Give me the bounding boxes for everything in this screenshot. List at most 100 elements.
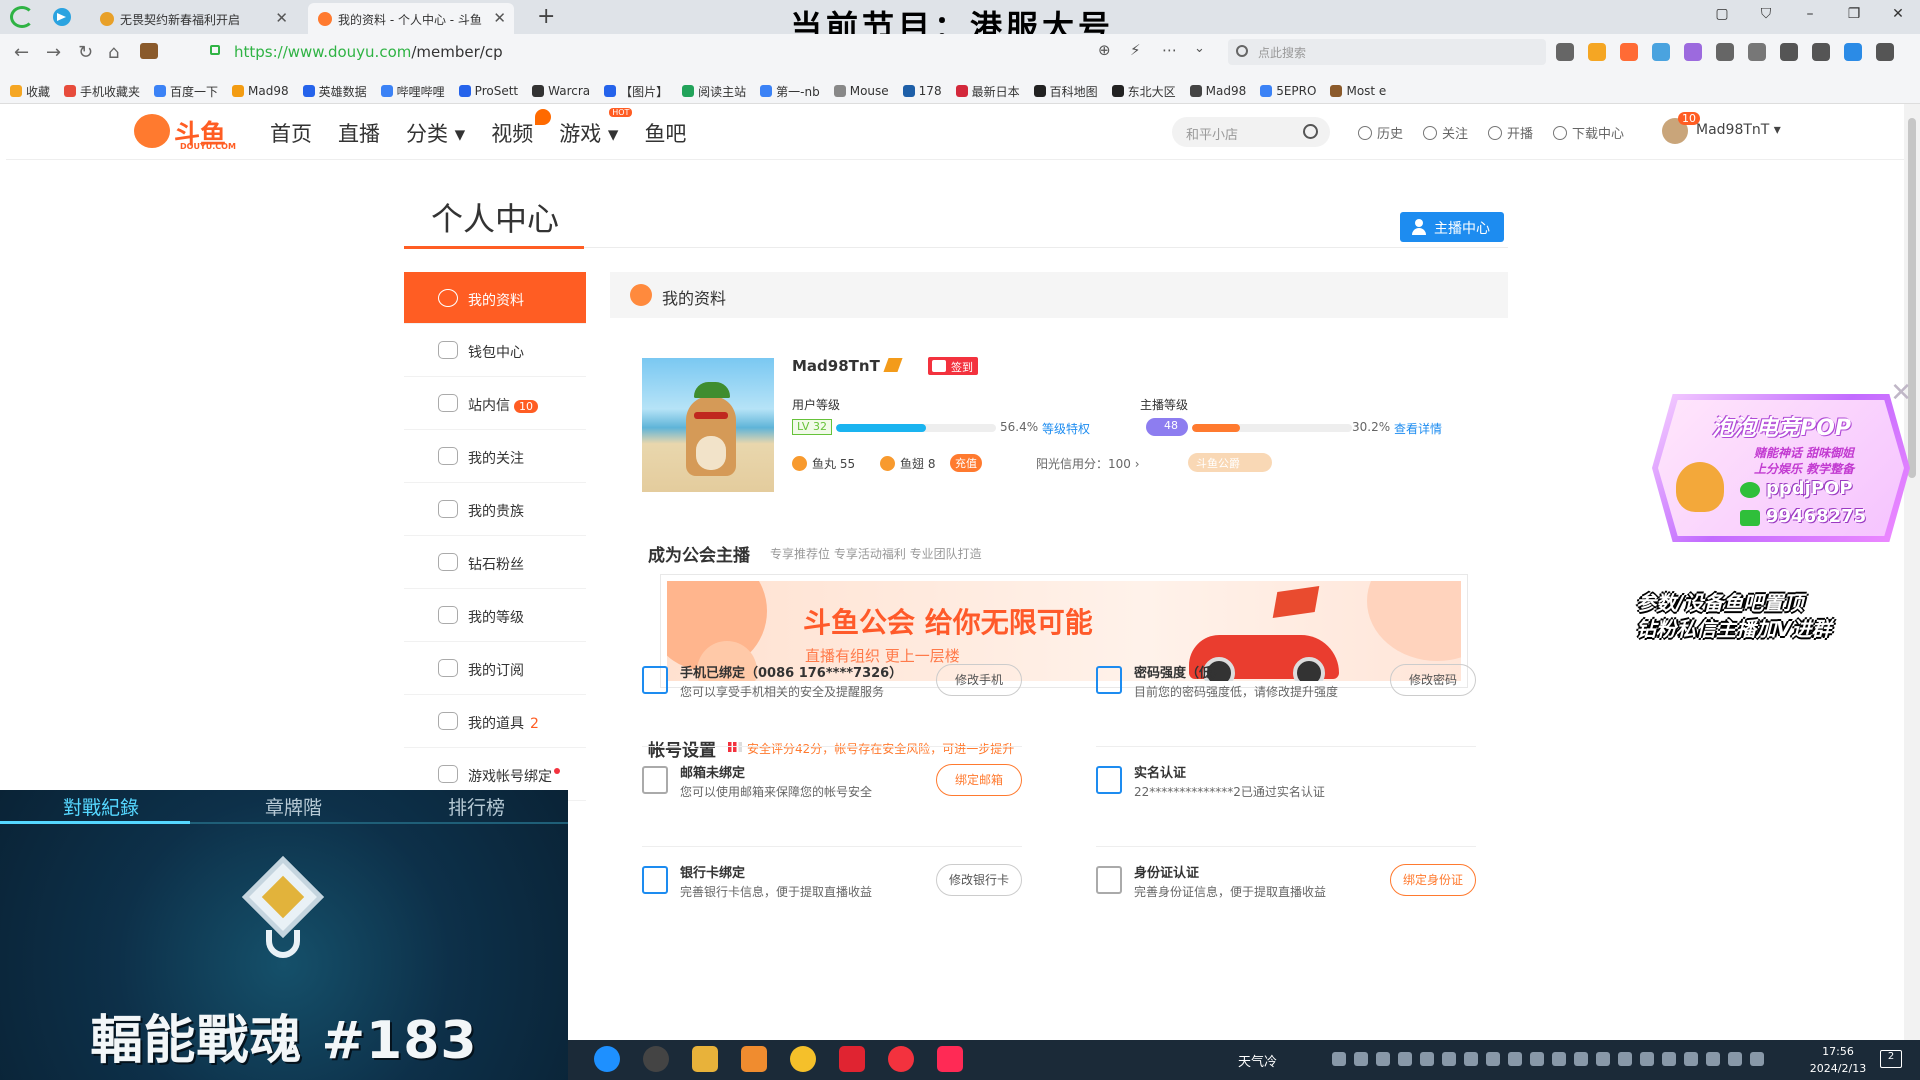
bookmark-item[interactable]: Mad98 bbox=[232, 79, 289, 103]
nav-item[interactable]: 直播 bbox=[338, 118, 380, 148]
tray-icon[interactable] bbox=[1596, 1052, 1610, 1066]
scissors-icon[interactable] bbox=[1556, 43, 1574, 61]
user-link[interactable]: 开播 bbox=[1488, 123, 1533, 142]
tray-icon[interactable] bbox=[1728, 1052, 1742, 1066]
streamer-center-button[interactable]: 主播中心 bbox=[1400, 212, 1504, 242]
shirt-icon[interactable]: ⛉ bbox=[1744, 0, 1788, 30]
edit-pencil-icon[interactable] bbox=[883, 358, 903, 372]
tray-icon[interactable] bbox=[1486, 1052, 1500, 1066]
bookmark-item[interactable]: 百度一下 bbox=[154, 79, 218, 103]
minimize-button[interactable]: – bbox=[1788, 0, 1832, 30]
menu-icon[interactable] bbox=[1876, 43, 1894, 61]
view-details-link[interactable]: 查看详情 bbox=[1394, 420, 1442, 437]
game-ext-icon[interactable] bbox=[1620, 43, 1638, 61]
bookmark-item[interactable]: Warcra bbox=[532, 79, 590, 103]
sidebar-item[interactable]: 我的贵族 bbox=[404, 483, 586, 536]
camera-app-icon[interactable] bbox=[643, 1046, 669, 1072]
obs-icon[interactable] bbox=[594, 1046, 620, 1072]
tray-icon[interactable] bbox=[1332, 1052, 1346, 1066]
shield-ext-icon[interactable] bbox=[1588, 43, 1606, 61]
credit-score[interactable]: 阳光信用分：100 › bbox=[1036, 455, 1140, 472]
home-icon[interactable]: ⌂ bbox=[108, 42, 119, 63]
bookmark-item[interactable]: Most e bbox=[1330, 79, 1386, 103]
account-action-button[interactable]: 绑定邮箱 bbox=[936, 764, 1022, 796]
translate-ext-icon[interactable] bbox=[1684, 43, 1702, 61]
close-window-button[interactable]: ✕ bbox=[1876, 0, 1920, 30]
tray-icon[interactable] bbox=[1464, 1052, 1478, 1066]
account-action-button[interactable]: 绑定身份证 bbox=[1390, 864, 1476, 896]
site-search-input[interactable]: 和平小店 bbox=[1172, 117, 1330, 147]
tab-close-icon[interactable]: ✕ bbox=[275, 9, 288, 27]
tab-2-active[interactable]: 我的资料 - 个人中心 - 斗鱼 ✕ bbox=[308, 3, 514, 34]
telegram-icon[interactable] bbox=[53, 8, 71, 26]
sidebar-item[interactable]: 我的关注 bbox=[404, 430, 586, 483]
account-action-button[interactable]: 修改银行卡 bbox=[936, 864, 1022, 896]
wallet-icon[interactable] bbox=[140, 43, 158, 59]
new-tab-button[interactable]: + bbox=[537, 4, 555, 29]
sidebar-item[interactable]: 站内信 10 bbox=[404, 377, 586, 430]
tray-icon[interactable] bbox=[1618, 1052, 1632, 1066]
bookmark-item[interactable]: 百科地图 bbox=[1033, 79, 1098, 103]
sidebar-item[interactable]: 钱包中心 bbox=[404, 324, 586, 377]
douyu-logo[interactable]: 斗鱼 DOUYU.COM bbox=[134, 112, 236, 151]
nav-item[interactable]: 鱼吧 bbox=[644, 118, 686, 148]
netease-music-icon[interactable] bbox=[888, 1046, 914, 1072]
bookmark-item[interactable]: 第一-nb bbox=[760, 79, 820, 103]
bookmark-item[interactable]: 手机收藏夹 bbox=[64, 79, 140, 103]
bookmark-item[interactable]: 哔哩哔哩 bbox=[380, 79, 445, 103]
tray-icon[interactable] bbox=[1354, 1052, 1368, 1066]
bookmark-item[interactable]: 阅读主站 bbox=[682, 79, 746, 103]
chevron-down-icon[interactable]: ⌄ bbox=[1194, 41, 1205, 56]
douyu-app-icon[interactable] bbox=[741, 1046, 767, 1072]
username-menu[interactable]: Mad98TnT ▾ bbox=[1696, 122, 1781, 138]
url-field[interactable]: https://www.douyu.com/member/cp ⊕ ⚡ ⋯ ⌄ bbox=[172, 39, 1212, 65]
page-scrollbar[interactable] bbox=[1904, 104, 1920, 1040]
valorant-icon[interactable] bbox=[937, 1046, 963, 1072]
forward-icon[interactable]: → bbox=[46, 42, 61, 63]
restore-button[interactable]: ❐ bbox=[1832, 0, 1876, 30]
bookmark-item[interactable]: 5EPRO bbox=[1260, 79, 1316, 103]
sidebar-item[interactable]: 钻石粉丝 bbox=[404, 536, 586, 589]
edge-icon[interactable] bbox=[1844, 43, 1862, 61]
tray-icon[interactable] bbox=[1662, 1052, 1676, 1066]
bookmark-item[interactable]: 英雄数据 bbox=[302, 79, 367, 103]
user-link[interactable]: 历史 bbox=[1358, 123, 1403, 142]
tray-icon[interactable] bbox=[1420, 1052, 1434, 1066]
download-icon[interactable] bbox=[1780, 43, 1798, 61]
weather-widget[interactable]: 天气冷 bbox=[1238, 1051, 1277, 1070]
sidebar-item[interactable]: 我的资料 bbox=[404, 272, 586, 324]
tray-icon[interactable] bbox=[1684, 1052, 1698, 1066]
notification-center-button[interactable]: 2 bbox=[1880, 1050, 1902, 1068]
game-launcher-icon[interactable] bbox=[839, 1046, 865, 1072]
nav-item[interactable]: 首页 bbox=[270, 118, 312, 148]
zoom-icon[interactable]: ⊕ bbox=[1098, 41, 1111, 59]
sidebar-item[interactable]: 我的订阅 bbox=[404, 642, 586, 695]
sidebar-item[interactable]: 我的等级 bbox=[404, 589, 586, 642]
account-action-button[interactable]: 修改密码 bbox=[1390, 664, 1476, 696]
tray-icon[interactable] bbox=[1750, 1052, 1764, 1066]
search-icon[interactable] bbox=[1303, 124, 1318, 139]
tray-icon[interactable] bbox=[1508, 1052, 1522, 1066]
account-action-button[interactable]: 修改手机 bbox=[936, 664, 1022, 696]
sign-in-badge[interactable]: 签到 bbox=[928, 357, 978, 375]
puzzle-icon[interactable] bbox=[1748, 43, 1766, 61]
back-icon[interactable]: ← bbox=[14, 42, 29, 63]
clock[interactable]: 17:56 2024/2/13 bbox=[1798, 1043, 1878, 1077]
bookmark-item[interactable]: 【图片】 bbox=[604, 79, 668, 103]
bookmark-item[interactable]: Mouse bbox=[833, 79, 889, 103]
tray-icon[interactable] bbox=[1442, 1052, 1456, 1066]
nav-item[interactable]: 游戏 ▾ HOT bbox=[559, 108, 633, 148]
nav-item[interactable]: 分类 ▾ bbox=[406, 118, 465, 148]
tray-icon[interactable] bbox=[1530, 1052, 1544, 1066]
tab-count-icon[interactable]: ▢ bbox=[1700, 0, 1744, 30]
bookmark-item[interactable]: Mad98 bbox=[1189, 79, 1246, 103]
tray-icon[interactable] bbox=[1552, 1052, 1566, 1066]
tray-icon[interactable] bbox=[1398, 1052, 1412, 1066]
tab-close-icon[interactable]: ✕ bbox=[493, 9, 506, 27]
nav-item[interactable]: 视频 bbox=[491, 109, 552, 148]
more-icon[interactable]: ⋯ bbox=[1162, 41, 1177, 59]
undo-icon[interactable] bbox=[1812, 43, 1830, 61]
bookmark-item[interactable]: ProSett bbox=[458, 79, 518, 103]
reload-icon[interactable]: ↻ bbox=[78, 42, 93, 63]
user-link[interactable]: 关注 bbox=[1423, 123, 1468, 142]
